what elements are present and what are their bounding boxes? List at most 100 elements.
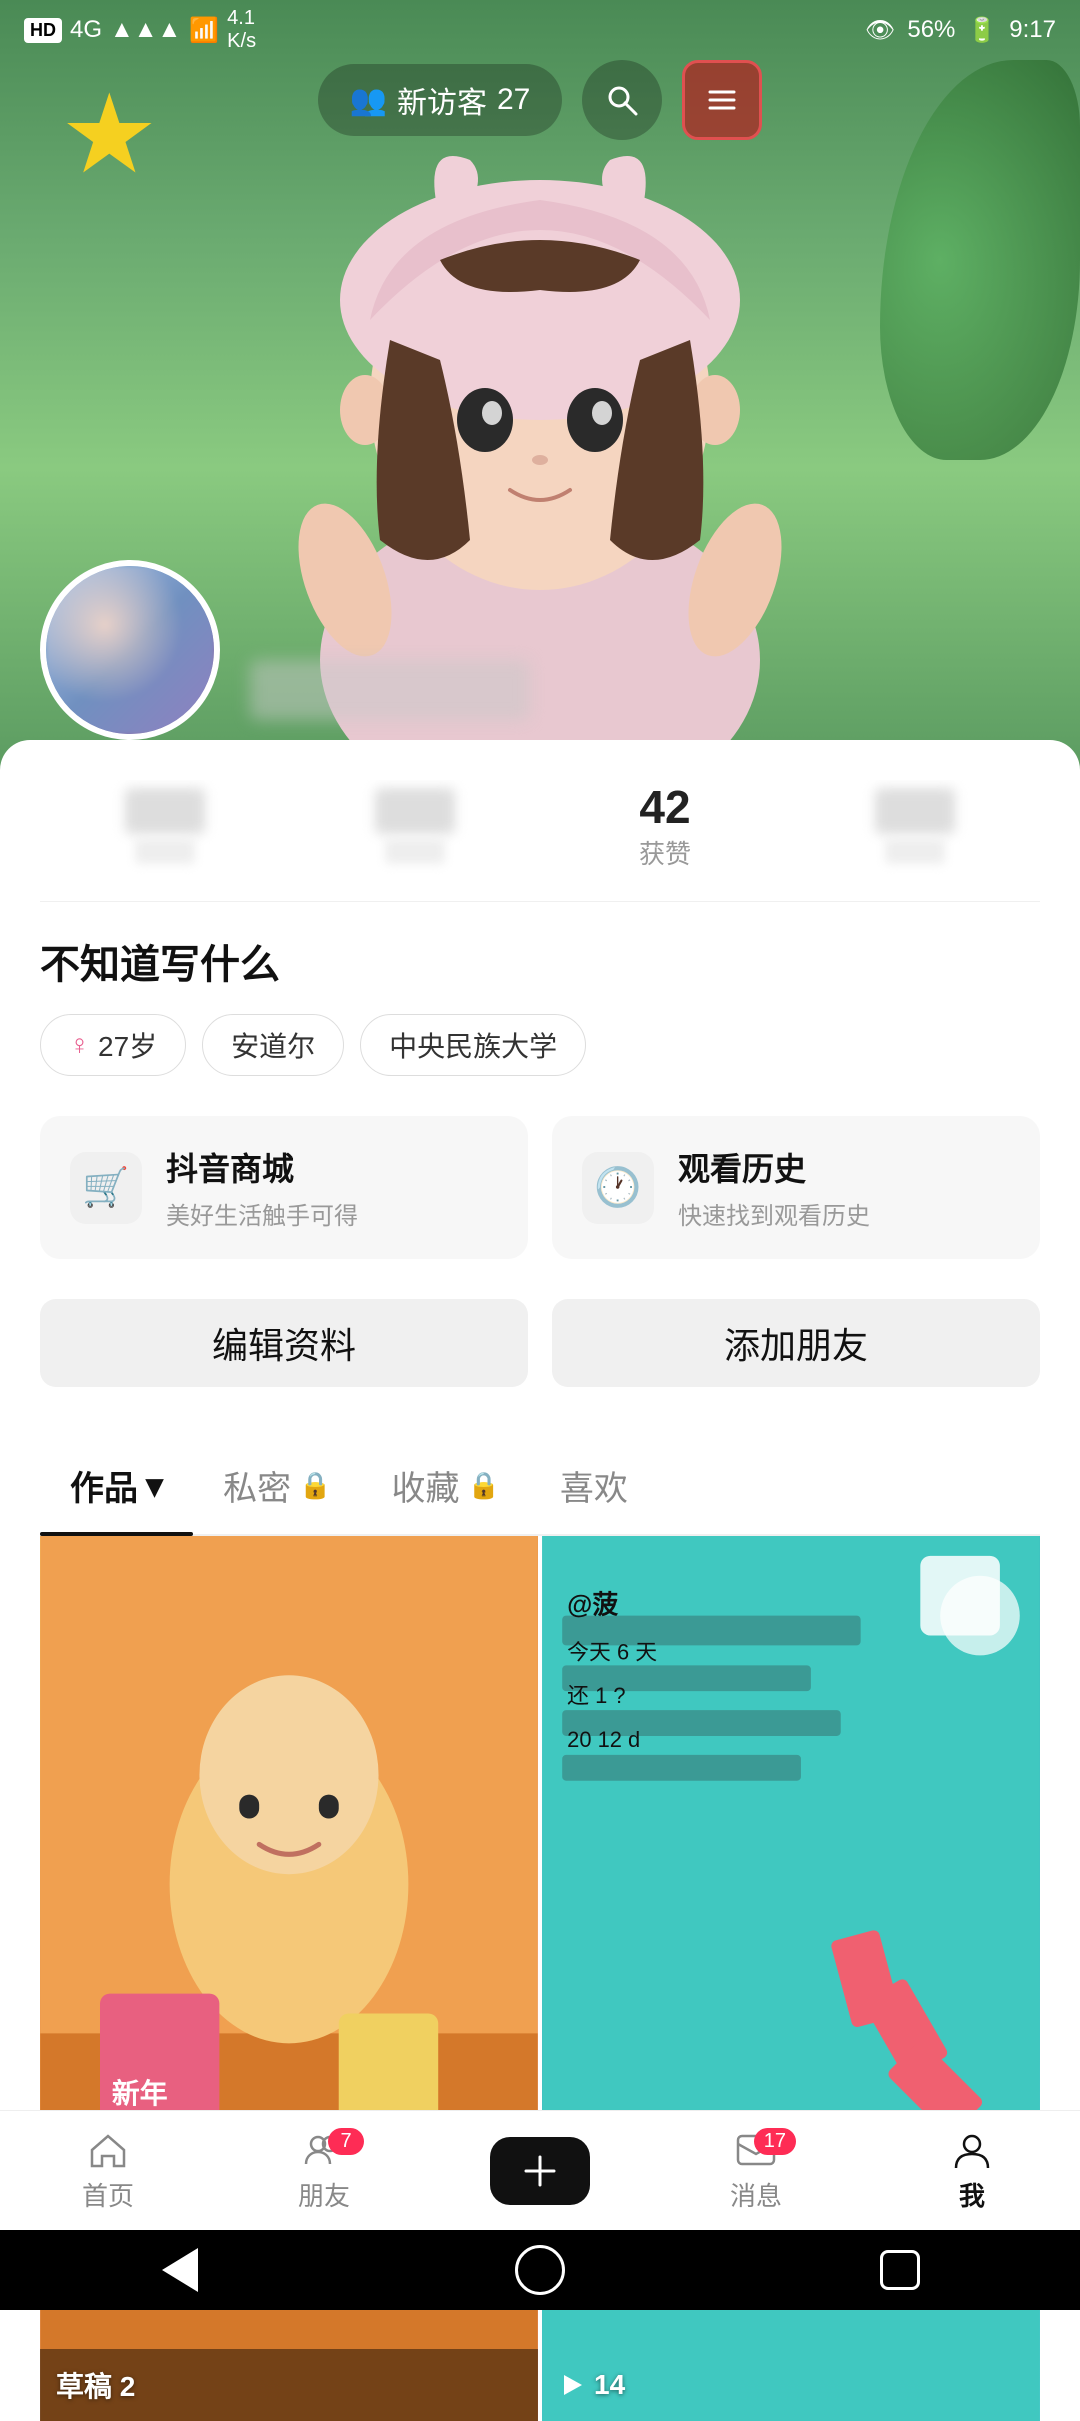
nav-me-label: 我: [959, 2176, 985, 2213]
tab-favorites-lock: 🔒: [467, 1470, 499, 1501]
nav-messages-label: 消息: [730, 2176, 782, 2213]
home-button[interactable]: [510, 2240, 570, 2300]
svg-text:@菠: @菠: [567, 1591, 618, 1620]
android-nav: [0, 2230, 1080, 2310]
eye-icon: 👁: [865, 16, 895, 45]
stat-following-label-blur: [135, 838, 195, 864]
stat-likes[interactable]: 42 获赞: [540, 780, 790, 871]
tab-favorites[interactable]: 收藏 🔒: [361, 1437, 529, 1534]
recents-icon: [880, 2250, 920, 2290]
avatar-image: [46, 566, 214, 734]
visitors-label: 新访客: [397, 78, 487, 122]
search-button[interactable]: [582, 60, 662, 140]
gender-icon: ♀: [69, 1029, 90, 1061]
svg-text:还 1 ?: 还 1 ?: [567, 1683, 625, 1708]
tag-location-text: 安道尔: [231, 1025, 315, 1065]
nav-friends-label: 朋友: [298, 2176, 350, 2213]
stat-likes-label: 获赞: [639, 834, 691, 871]
stats-row: 42 获赞: [40, 780, 1040, 902]
bottom-nav: 首页 7 朋友 17 消息 我: [0, 2110, 1080, 2230]
tab-likes-label: 喜欢: [560, 1461, 628, 1510]
history-text: 观看历史 快速找到观看历史: [678, 1144, 1010, 1231]
visitors-icon: 👥: [350, 83, 387, 118]
username-blurred: [250, 660, 530, 720]
stat-likes-num: 42: [639, 780, 690, 834]
stat-following-num-blur: [125, 788, 205, 834]
home-icon: [515, 2245, 565, 2295]
history-subtitle: 快速找到观看历史: [678, 1196, 1010, 1231]
add-button[interactable]: [490, 2137, 590, 2205]
speed-text: 4.1K/s: [227, 7, 256, 53]
tabs-row: 作品 ▾ 私密 🔒 收藏 🔒 喜欢: [40, 1437, 1040, 1536]
back-icon: [162, 2248, 198, 2292]
history-card[interactable]: 🕐 观看历史 快速找到观看历史: [552, 1116, 1040, 1259]
status-right: 👁 56% 🔋 9:17: [865, 16, 1056, 45]
friends-badge: 7: [328, 2128, 364, 2155]
cover-area: ★ HD 4G: [0, 0, 1080, 780]
add-friend-button[interactable]: 添加朋友: [552, 1299, 1040, 1387]
home-icon: [86, 2128, 130, 2172]
tag-age-text: 27岁: [98, 1025, 157, 1065]
tag-location[interactable]: 安道尔: [202, 1014, 344, 1076]
hd-icon: HD: [24, 18, 62, 43]
cover-header: 👥 新访客 27: [0, 60, 1080, 140]
svg-text:今天 6 天: 今天 6 天: [567, 1639, 657, 1664]
tab-private-label: 私密: [223, 1461, 291, 1510]
status-left: HD 4G ▲▲▲ 📶 4.1K/s: [24, 7, 256, 53]
profile-buttons: 编辑资料 添加朋友: [40, 1299, 1040, 1387]
tag-age[interactable]: ♀ 27岁: [40, 1014, 186, 1076]
network-icon: 4G: [70, 16, 102, 44]
draft-badge: 草稿 2: [40, 2349, 538, 2421]
messages-badge: 17: [754, 2128, 796, 2155]
tab-works[interactable]: 作品 ▾: [40, 1437, 193, 1534]
action-cards: 🛒 抖音商城 美好生活触手可得 🕐 观看历史 快速找到观看历史: [40, 1116, 1040, 1259]
tag-school-text: 中央民族大学: [389, 1025, 557, 1065]
nav-friends[interactable]: 7 朋友: [216, 2128, 432, 2213]
stat-fans[interactable]: [290, 788, 540, 864]
nav-home[interactable]: 首页: [0, 2128, 216, 2213]
edit-profile-button[interactable]: 编辑资料: [40, 1299, 528, 1387]
avatar[interactable]: [40, 560, 220, 740]
back-button[interactable]: [150, 2240, 210, 2300]
stat-fans-num-blur: [375, 788, 455, 834]
avatar-container: [40, 560, 220, 740]
status-bar: HD 4G ▲▲▲ 📶 4.1K/s 👁 56% 🔋 9:17: [0, 0, 1080, 60]
stat-following[interactable]: [40, 788, 290, 864]
tab-favorites-label: 收藏: [391, 1461, 459, 1510]
shop-subtitle: 美好生活触手可得: [166, 1196, 498, 1231]
shop-card[interactable]: 🛒 抖音商城 美好生活触手可得: [40, 1116, 528, 1259]
wifi-icon: 📶: [189, 16, 219, 45]
visitors-count: 27: [497, 83, 530, 117]
visitors-button[interactable]: 👥 新访客 27: [318, 64, 563, 136]
stat-fans-label-blur: [385, 838, 445, 864]
tab-private-lock: 🔒: [299, 1470, 331, 1501]
signal-icon: ▲▲▲: [110, 16, 181, 44]
play-count-text: 14: [594, 2369, 625, 2401]
tab-private[interactable]: 私密 🔒: [193, 1437, 361, 1534]
svg-text:新年: 新年: [112, 2077, 168, 2109]
nav-me[interactable]: 我: [864, 2128, 1080, 2213]
tag-school[interactable]: 中央民族大学: [360, 1014, 586, 1076]
stat-extra[interactable]: [790, 788, 1040, 864]
battery-percent: 56%: [907, 16, 955, 44]
recents-button[interactable]: [870, 2240, 930, 2300]
bio-text: 不知道写什么: [40, 932, 1040, 990]
time-text: 9:17: [1009, 16, 1056, 44]
stat-extra-label-blur: [885, 838, 945, 864]
battery-icon: 🔋: [967, 16, 997, 45]
username-area: [250, 660, 530, 720]
nav-add[interactable]: [432, 2137, 648, 2205]
tab-works-label: 作品: [70, 1461, 138, 1510]
tab-works-arrow: ▾: [146, 1466, 163, 1506]
svg-text:20 12 d: 20 12 d: [567, 1727, 640, 1752]
tab-likes[interactable]: 喜欢: [530, 1437, 658, 1534]
menu-button[interactable]: [682, 60, 762, 140]
stat-extra-num-blur: [875, 788, 955, 834]
video-play-count: 14: [558, 2369, 625, 2401]
nav-home-label: 首页: [82, 2176, 134, 2213]
nav-messages[interactable]: 17 消息: [648, 2128, 864, 2213]
tags-row: ♀ 27岁 安道尔 中央民族大学: [40, 1014, 1040, 1076]
draft-label: 草稿 2: [56, 2371, 135, 2402]
shop-icon: 🛒: [70, 1152, 142, 1224]
history-icon: 🕐: [582, 1152, 654, 1224]
